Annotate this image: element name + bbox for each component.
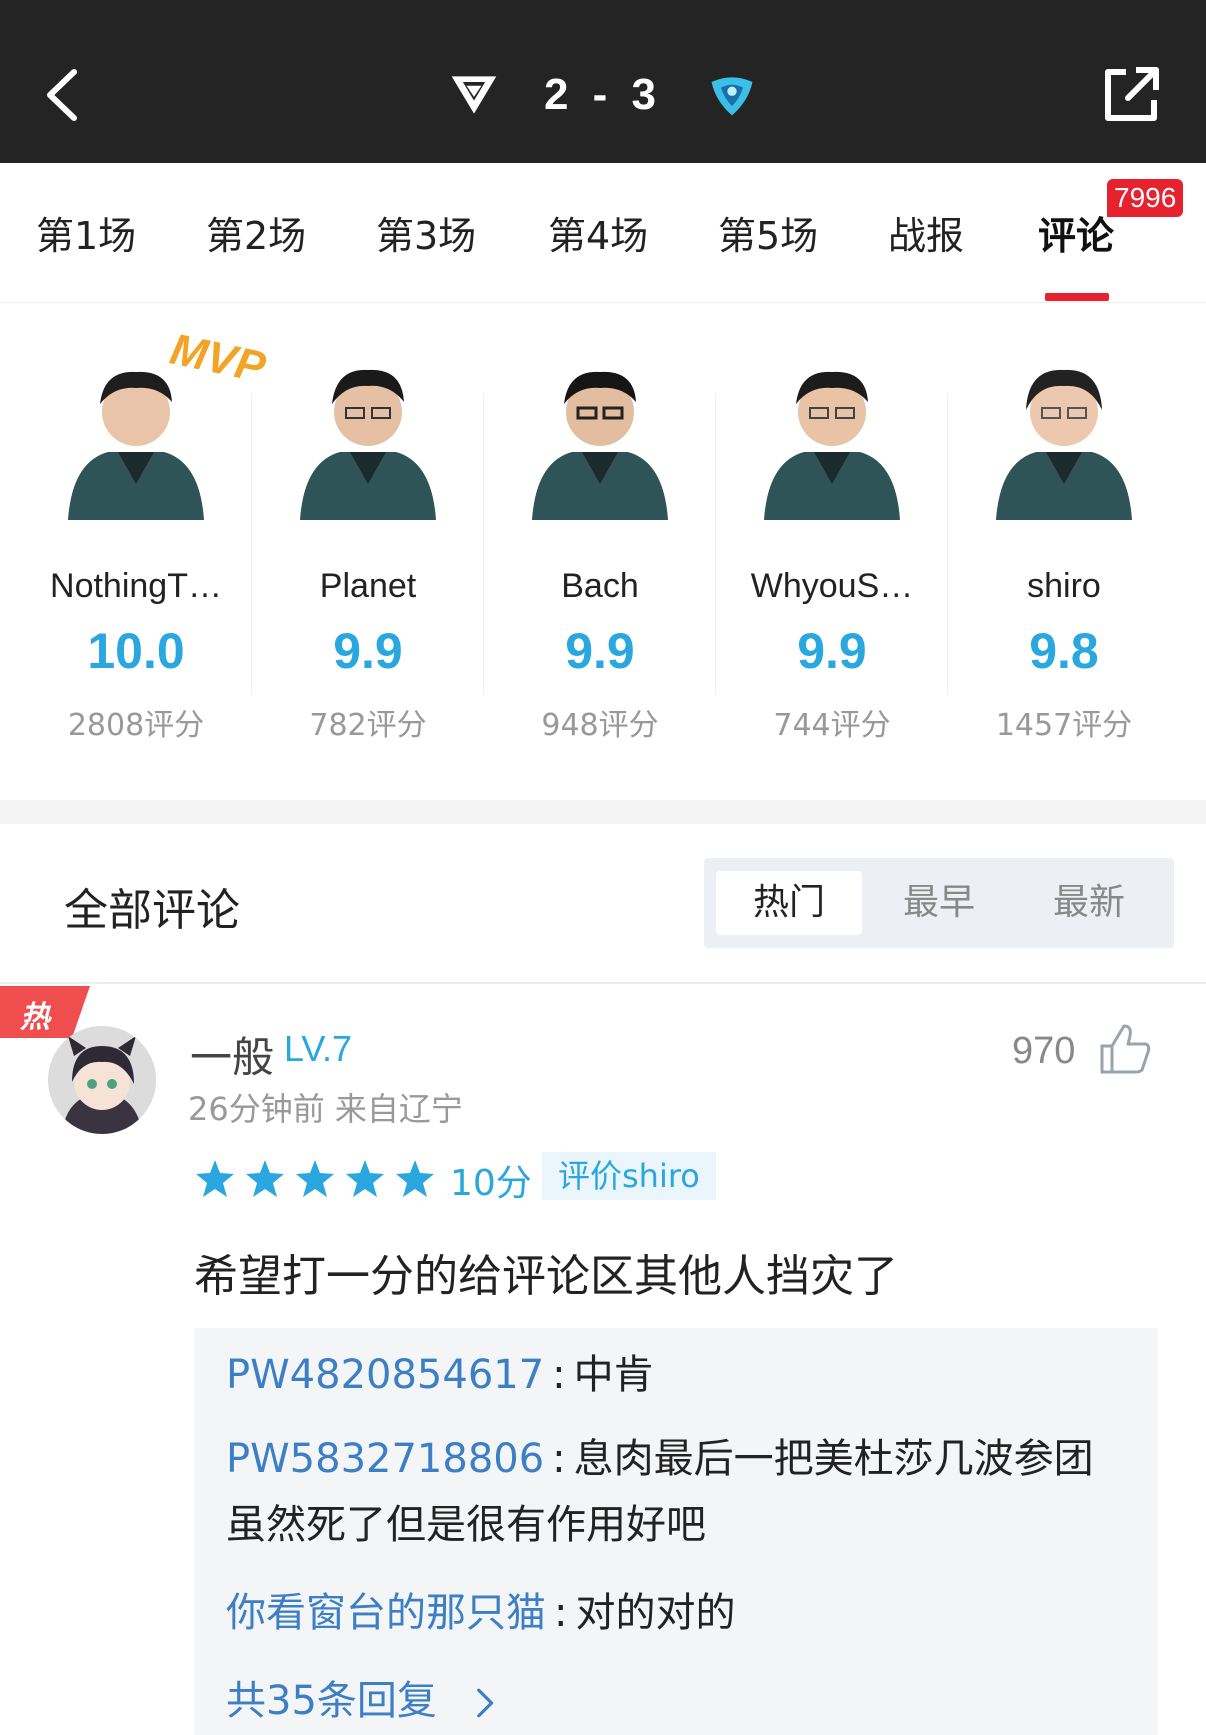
comment-sort-toggle: 热门 最早 最新 [704, 858, 1174, 948]
player-name: WhyouS… [750, 567, 914, 605]
player-portrait-icon [996, 369, 1132, 520]
player-card[interactable]: Bach 9.9 948评分 [484, 304, 716, 800]
player-rating-count: 2808评分 [67, 708, 205, 743]
star-rating [194, 1158, 436, 1200]
reply-user[interactable]: PW5832718806 [226, 1436, 544, 1482]
reply-text: 对的对的 [575, 1590, 736, 1636]
more-replies-link[interactable]: 共35条回复 [226, 1668, 498, 1726]
comment-count-badge: 7996 [1107, 179, 1184, 217]
tab-game-5[interactable]: 第5场 [718, 205, 818, 260]
active-tab-indicator [1045, 293, 1109, 301]
sort-latest-button[interactable]: 最新 [1016, 871, 1162, 935]
player-score: 9.9 [333, 623, 403, 679]
reply-user[interactable]: PW4820854617 [226, 1352, 544, 1398]
player-rating-count: 1457评分 [995, 708, 1133, 743]
player-score: 9.9 [565, 623, 635, 679]
reply-item[interactable]: PW4820854617: 中肯 [226, 1342, 1106, 1408]
reply-separator: : [554, 1590, 568, 1636]
sort-hot-button[interactable]: 热门 [716, 871, 862, 935]
player-portrait-icon [300, 369, 436, 520]
rating-target-tag[interactable]: 评价shiro [542, 1152, 716, 1200]
like-button[interactable] [1098, 1022, 1152, 1076]
player-portrait-icon [764, 371, 900, 520]
tab-game-4[interactable]: 第4场 [548, 205, 648, 260]
player-name: shiro [1027, 567, 1101, 605]
player-score: 9.8 [1029, 623, 1099, 679]
score-text: 2 - 3 [543, 70, 663, 119]
share-button[interactable] [1102, 64, 1162, 124]
avatar[interactable] [48, 1026, 156, 1134]
match-score: 2 - 3 [0, 60, 1206, 130]
reply-item[interactable]: PW5832718806: 息肉最后一把美杜莎几波参团 虽然死了但是很有作用好吧 [226, 1426, 1106, 1558]
rating-value: 10分 [450, 1163, 532, 1204]
tab-game-3[interactable]: 第3场 [376, 205, 476, 260]
player-rating-count: 782评分 [309, 708, 427, 743]
team-left-logo-icon [451, 76, 497, 114]
top-bar: 2 - 3 [0, 0, 1206, 163]
user-avatar-icon [48, 1026, 156, 1134]
reply-list: PW4820854617: 中肯 PW5832718806: 息肉最后一把美杜莎几波… [194, 1328, 1158, 1735]
reply-item[interactable]: 你看窗台的那只猫: 对的对的 [226, 1580, 1106, 1646]
player-card[interactable]: MVP NothingT… 10.0 2808评分 [20, 304, 269, 800]
hot-badge-label: 热 [20, 1000, 50, 1035]
tab-game-1[interactable]: 第1场 [36, 205, 136, 260]
comment-username[interactable]: 一般 [190, 1024, 274, 1085]
match-tabs: 第1场 第2场 第3场 第4场 第5场 战报 评论 [0, 163, 1206, 303]
player-score: 10.0 [87, 623, 185, 679]
star-icon [296, 1160, 334, 1197]
comments-title: 全部评论 [64, 885, 240, 936]
reply-separator: : [552, 1436, 566, 1482]
player-card[interactable]: shiro 9.8 1457评分 [948, 304, 1180, 800]
player-card[interactable]: Planet 9.9 782评分 [252, 304, 484, 800]
reply-separator: : [552, 1352, 566, 1398]
team-logo-right [704, 67, 760, 123]
player-card[interactable]: WhyouS… 9.9 744评分 [716, 304, 948, 800]
player-name: NothingT… [50, 567, 222, 605]
comment-body: 希望打一分的给评论区其他人挡灾了 [194, 1251, 898, 1302]
tab-report[interactable]: 战报 [888, 205, 964, 260]
star-icon [346, 1160, 384, 1197]
player-ratings: MVP NothingT… 10.0 2808评分 Planet 9.9 782… [0, 304, 1206, 800]
team-logo-left [446, 67, 502, 123]
player-name: Bach [561, 567, 639, 605]
comment-meta: 26分钟前 来自辽宁 [188, 1090, 463, 1128]
player-score: 9.9 [797, 623, 867, 679]
reply-text: 息肉最后一把美杜莎几波参团 [573, 1436, 1094, 1482]
star-icon [246, 1160, 284, 1197]
thumbs-up-icon [1100, 1024, 1151, 1074]
reply-text-continued: 虽然死了但是很有作用好吧 [226, 1502, 706, 1548]
reply-text: 中肯 [573, 1352, 654, 1398]
sort-earliest-button[interactable]: 最早 [866, 871, 1012, 935]
like-count: 970 [1012, 1030, 1076, 1072]
tab-comments[interactable]: 评论 [1038, 205, 1114, 260]
tab-game-2[interactable]: 第2场 [206, 205, 306, 260]
player-rating-count: 948评分 [541, 708, 659, 743]
player-name: Planet [319, 567, 417, 605]
more-replies-label: 共35条回复 [226, 1678, 437, 1724]
section-separator [0, 800, 1206, 824]
star-icon [396, 1160, 434, 1197]
chevron-right-icon [476, 1688, 493, 1718]
player-portrait-icon [532, 371, 668, 520]
divider [0, 982, 1206, 984]
hot-badge: 热 [0, 986, 90, 1038]
reply-user[interactable]: 你看窗台的那只猫 [226, 1590, 546, 1636]
player-rating-count: 744评分 [773, 708, 891, 743]
share-external-icon [1105, 67, 1159, 121]
star-icon [196, 1160, 234, 1197]
team-right-logo-icon [711, 77, 753, 116]
user-level: LV.7 [284, 1028, 353, 1069]
